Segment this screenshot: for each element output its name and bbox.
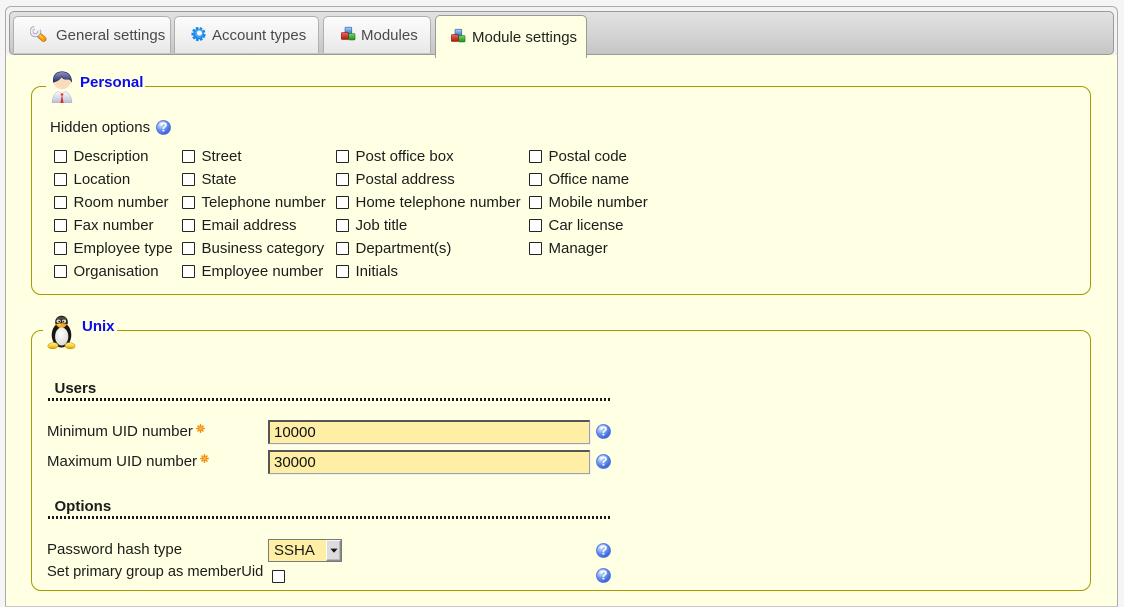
svg-text:?: ?	[160, 120, 168, 134]
svg-text:?: ?	[600, 455, 608, 469]
svg-text:?: ?	[600, 425, 608, 439]
svg-text:?: ?	[600, 544, 608, 558]
svg-text:?: ?	[600, 569, 608, 583]
